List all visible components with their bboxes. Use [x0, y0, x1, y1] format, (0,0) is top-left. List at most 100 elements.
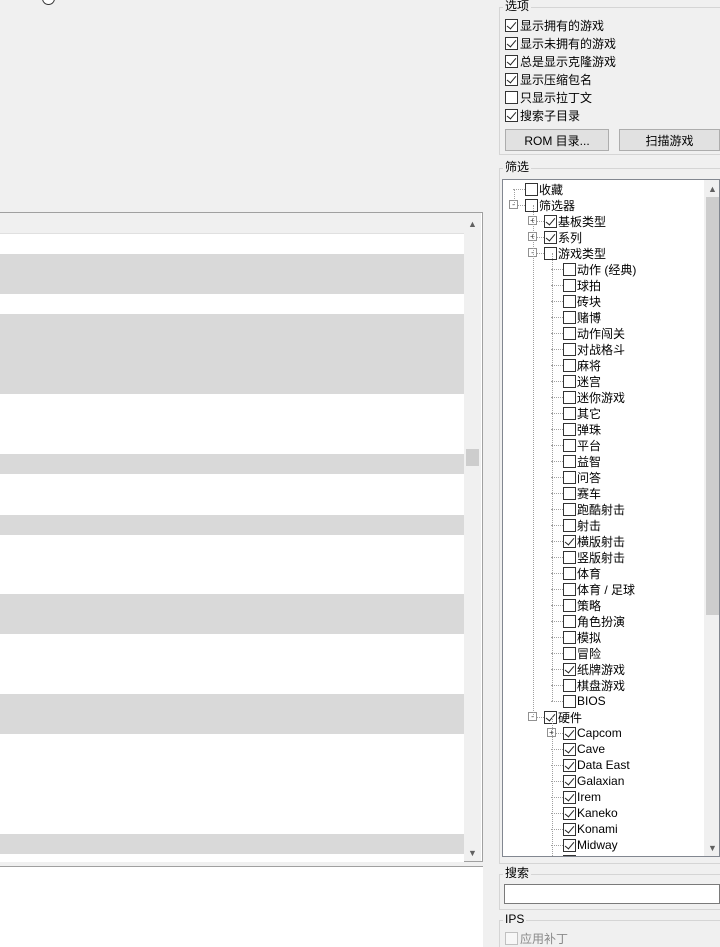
tree-node[interactable]: 迷宫 — [563, 373, 601, 389]
checkbox[interactable] — [505, 54, 518, 68]
tree-node[interactable]: 竖版射击 — [563, 549, 625, 565]
checkbox[interactable] — [563, 790, 576, 804]
checkbox[interactable] — [544, 230, 557, 244]
tree-node[interactable]: 平台 — [563, 437, 601, 453]
tree-node[interactable]: 基板类型 — [544, 213, 606, 229]
checkbox[interactable] — [563, 678, 576, 692]
tree-node[interactable]: Midway — [563, 837, 618, 853]
scan-games-button[interactable]: 扫描游戏 — [619, 129, 720, 151]
apply-patch-option[interactable]: 应用补丁 — [505, 930, 568, 946]
tree-node[interactable]: Capcom — [563, 725, 622, 741]
checkbox[interactable] — [525, 182, 538, 196]
tree-node[interactable]: BIOS — [563, 693, 606, 709]
checkbox[interactable] — [563, 486, 576, 500]
tree-node[interactable]: Data East — [563, 757, 630, 773]
checkbox[interactable] — [563, 406, 576, 420]
tree-node[interactable]: 棋盘游戏 — [563, 677, 625, 693]
checkbox[interactable] — [505, 108, 518, 122]
checkbox[interactable] — [563, 470, 576, 484]
tree-node[interactable]: Kaneko — [563, 805, 618, 821]
list-row-selected-band[interactable] — [0, 834, 464, 854]
checkbox[interactable] — [563, 758, 576, 772]
scroll-down-icon[interactable]: ▼ — [464, 844, 481, 861]
filter-tree[interactable]: 收藏 筛选器 - 基板类型 + 系列 + 游戏类型 - 动作 (经典) 球拍 砖块 赌博 动作闯关 对战格斗… — [502, 179, 720, 857]
tree-node[interactable]: 游戏类型 — [544, 245, 606, 261]
scroll-thumb[interactable] — [466, 449, 479, 466]
tree-node[interactable]: 角色扮演 — [563, 613, 625, 629]
tree-node[interactable]: 动作闯关 — [563, 325, 625, 341]
checkbox[interactable] — [563, 598, 576, 612]
tree-node[interactable]: 硬件 — [544, 709, 582, 725]
checkbox[interactable] — [563, 550, 576, 564]
tree-node[interactable]: 纸牌游戏 — [563, 661, 625, 677]
tree-node[interactable]: 对战格斗 — [563, 341, 625, 357]
tree-node[interactable]: 弹珠 — [563, 421, 601, 437]
tree-node[interactable]: 赛车 — [563, 485, 601, 501]
checkbox[interactable] — [525, 198, 538, 212]
checkbox[interactable] — [563, 502, 576, 516]
list-row-selected-band[interactable] — [0, 515, 464, 535]
checkbox[interactable] — [563, 518, 576, 532]
tree-node[interactable]: 迷你游戏 — [563, 389, 625, 405]
checkbox[interactable] — [544, 214, 557, 228]
checkbox[interactable] — [563, 534, 576, 548]
tree-node[interactable]: 其它 — [563, 405, 601, 421]
tree-node[interactable]: Konami — [563, 821, 618, 837]
checkbox[interactable] — [563, 310, 576, 324]
tree-node[interactable]: 麻将 — [563, 357, 601, 373]
checkbox[interactable] — [505, 931, 518, 945]
tree-node[interactable]: Cave — [563, 741, 605, 757]
tree-node[interactable]: Galaxian — [563, 773, 624, 789]
list-row-selected-band[interactable] — [0, 254, 464, 294]
game-list[interactable]: ▲ ▼ — [0, 212, 483, 862]
list-row-selected-band[interactable] — [0, 594, 464, 634]
checkbox[interactable] — [563, 742, 576, 756]
checkbox[interactable] — [563, 342, 576, 356]
option-latin-only[interactable]: 只显示拉丁文 — [505, 89, 592, 105]
checkbox[interactable] — [563, 774, 576, 788]
checkbox[interactable] — [505, 18, 518, 32]
scroll-thumb[interactable] — [706, 197, 719, 615]
rom-directory-button[interactable]: ROM 目录... — [505, 129, 609, 151]
list-scrollbar[interactable]: ▲ ▼ — [464, 213, 481, 861]
checkbox[interactable] — [563, 566, 576, 580]
scroll-down-icon[interactable]: ▼ — [704, 840, 719, 856]
checkbox[interactable] — [544, 710, 557, 724]
radio-button[interactable] — [42, 0, 55, 5]
tree-node[interactable]: 横版射击 — [563, 533, 625, 549]
scroll-up-icon[interactable]: ▲ — [704, 181, 719, 197]
checkbox[interactable] — [505, 36, 518, 50]
checkbox[interactable] — [563, 374, 576, 388]
option-search-subdirs[interactable]: 搜索子目录 — [505, 107, 580, 123]
checkbox[interactable] — [563, 614, 576, 628]
tree-node[interactable]: 赌博 — [563, 309, 601, 325]
list-row-selected-band[interactable] — [0, 454, 464, 474]
list-row-selected-band[interactable] — [0, 314, 464, 394]
checkbox[interactable] — [563, 726, 576, 740]
list-body[interactable] — [0, 234, 464, 862]
checkbox[interactable] — [563, 694, 576, 708]
checkbox[interactable] — [544, 246, 557, 260]
tree-node[interactable]: 体育 / 足球 — [563, 581, 635, 597]
checkbox[interactable] — [563, 822, 576, 836]
checkbox[interactable] — [563, 838, 576, 852]
option-show-zip-name[interactable]: 显示压缩包名 — [505, 71, 592, 87]
tree-node[interactable]: NeoGeo — [563, 853, 622, 856]
tree-node[interactable]: 系列 — [544, 229, 582, 245]
checkbox[interactable] — [505, 90, 518, 104]
checkbox[interactable] — [563, 582, 576, 596]
checkbox[interactable] — [563, 390, 576, 404]
list-row-selected-band[interactable] — [0, 694, 464, 734]
checkbox[interactable] — [563, 358, 576, 372]
search-input[interactable] — [504, 884, 720, 904]
tree-node[interactable]: Irem — [563, 789, 601, 805]
option-show-owned[interactable]: 显示拥有的游戏 — [505, 17, 604, 33]
tree-node[interactable]: 射击 — [563, 517, 601, 533]
tree-node[interactable]: 益智 — [563, 453, 601, 469]
option-always-show-clones[interactable]: 总是显示克隆游戏 — [505, 53, 616, 69]
checkbox[interactable] — [563, 294, 576, 308]
tree-scrollbar[interactable]: ▲ ▼ — [704, 180, 719, 856]
checkbox[interactable] — [563, 326, 576, 340]
scroll-up-icon[interactable]: ▲ — [464, 215, 481, 232]
checkbox[interactable] — [563, 630, 576, 644]
